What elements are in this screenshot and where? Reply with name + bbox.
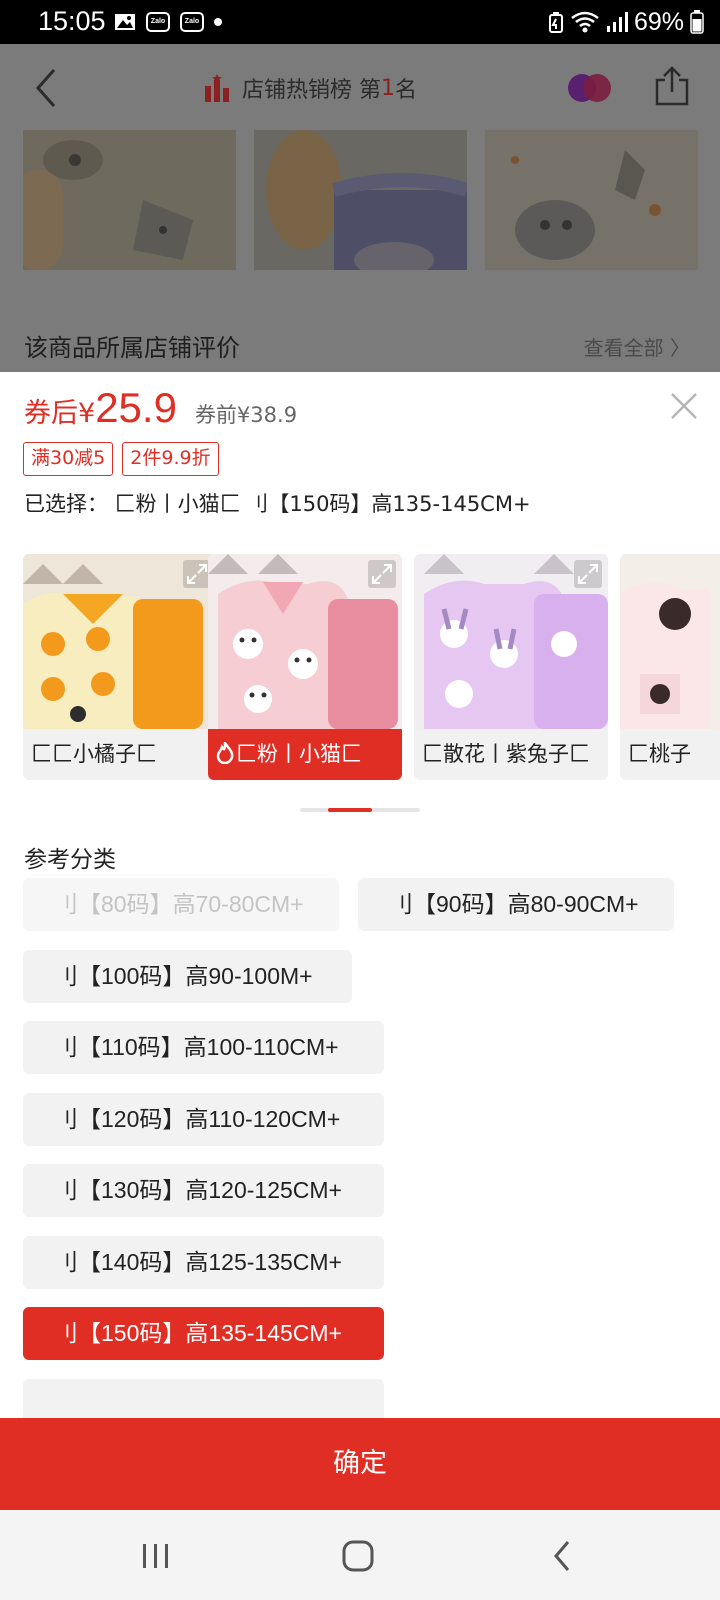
variant-card-pink[interactable]: 匚粉丨小猫匚 [208, 554, 402, 780]
variant-label-text: 匚粉丨小猫匚 [236, 742, 362, 766]
zalo-icon: Zalo [146, 12, 170, 32]
store-rank-title[interactable]: 店铺热销榜 第 1 名 [204, 72, 417, 104]
rank-prefix: 店铺热销榜 第 [242, 78, 381, 103]
promo-tags: 满30减5 2件9.9折 [23, 442, 228, 476]
variant-label: 匚粉丨小猫匚 [208, 729, 402, 780]
variant-card-orange[interactable]: 匚匚小橘子匚 [23, 554, 217, 780]
size-option-partial[interactable] [23, 1379, 384, 1420]
size-option-130[interactable]: 刂【130码】高120-125CM+ [23, 1164, 384, 1217]
size-option-140[interactable]: 刂【140码】高125-135CM+ [23, 1236, 384, 1289]
carousel-scroll-thumb [328, 808, 372, 812]
product-header: 店铺热销榜 第 1 名 [0, 44, 720, 130]
image-icon [115, 14, 135, 30]
home-button[interactable] [328, 1534, 388, 1578]
ranking-icon [205, 74, 229, 102]
expand-icon[interactable] [183, 560, 211, 588]
notification-icons: Zalo Zalo [114, 10, 232, 34]
expand-icon[interactable] [574, 560, 602, 588]
system-nav-bar [0, 1510, 720, 1600]
back-button[interactable] [532, 1534, 592, 1578]
sku-selector-sheet: 券后¥ 25.9 券前¥38.9 满30减5 2件9.9折 已选择： 匚粉丨小猫… [0, 372, 720, 1420]
back-arrow-icon[interactable] [34, 68, 58, 108]
battery-icon [690, 10, 704, 34]
variant-label: 匚散花丨紫兔子匚 [422, 742, 590, 766]
store-reviews-title: 该商品所属店铺评价 [24, 334, 240, 362]
coupon-price: 25.9 [95, 384, 177, 431]
variant-label: 匚匚小橘子匚 [31, 742, 157, 766]
size-section-title: 参考分类 [24, 847, 116, 873]
dot-icon [214, 18, 222, 26]
battery-level: 69% [633, 7, 684, 36]
size-option-150[interactable]: 刂【150码】高135-145CM+ [23, 1307, 384, 1360]
price-row: 券后¥ 25.9 券前¥38.9 [24, 384, 297, 436]
recent-apps-icon [143, 1544, 168, 1568]
variant-card-purple[interactable]: 匚散花丨紫兔子匚 [414, 554, 608, 780]
size-option-80[interactable]: 刂【80码】高70-80CM+ [23, 878, 339, 931]
back-icon [554, 1541, 570, 1571]
status-time: 15:05 [38, 6, 106, 36]
original-price: 券前¥38.9 [194, 403, 298, 427]
zalo-icon: Zalo [180, 12, 204, 32]
background-page: 店铺热销榜 第 1 名 该商品所属店铺评价 查看全部 〉 [0, 44, 720, 372]
expand-icon[interactable] [368, 560, 396, 588]
promo-tag: 2件9.9折 [122, 442, 219, 476]
flame-icon [216, 742, 234, 764]
variant-image [620, 554, 720, 729]
review-photos [23, 130, 716, 270]
review-photo[interactable] [23, 130, 236, 270]
variant-carousel[interactable]: 匚匚小橘子匚 匚粉丨小猫匚 匚散花丨紫兔子匚 匚桃子 [23, 554, 720, 780]
signal-icon [606, 12, 628, 32]
share-icon[interactable] [654, 66, 690, 106]
size-option-90[interactable]: 刂【90码】高80-90CM+ [358, 878, 674, 931]
variant-card-peach[interactable]: 匚桃子 [620, 554, 720, 780]
selected-summary: 已选择： 匚粉丨小猫匚 刂【150码】高135-145CM+ [24, 492, 531, 516]
view-all-link[interactable]: 查看全部 〉 [584, 332, 690, 361]
view-all-label: 查看全部 [583, 336, 664, 360]
variant-label: 匚桃子 [628, 742, 691, 766]
promo-tag: 满30减5 [23, 442, 114, 476]
confirm-button[interactable]: 确定 [0, 1418, 720, 1510]
chevron-right-icon: 〉 [670, 336, 690, 360]
color-palette-icon[interactable] [566, 71, 614, 105]
close-icon[interactable] [668, 390, 700, 422]
carousel-scroll-indicator [300, 808, 420, 812]
status-right: 69% [542, 8, 704, 36]
battery-saver-icon [548, 12, 563, 33]
size-option-110[interactable]: 刂【110码】高100-110CM+ [23, 1021, 384, 1074]
size-option-100[interactable]: 刂【100码】高90-100M+ [23, 950, 352, 1003]
rank-suffix: 名 [395, 78, 418, 103]
size-option-120[interactable]: 刂【120码】高110-120CM+ [23, 1093, 384, 1146]
wifi-icon [571, 11, 599, 33]
home-icon [342, 1540, 374, 1572]
review-photo[interactable] [485, 130, 698, 270]
recent-apps-button[interactable] [126, 1534, 186, 1578]
review-photo[interactable] [254, 130, 467, 270]
coupon-price-prefix: 券后¥ [24, 398, 96, 429]
rank-number: 1 [381, 75, 395, 101]
status-bar: 15:05 Zalo Zalo 69% [0, 0, 720, 44]
